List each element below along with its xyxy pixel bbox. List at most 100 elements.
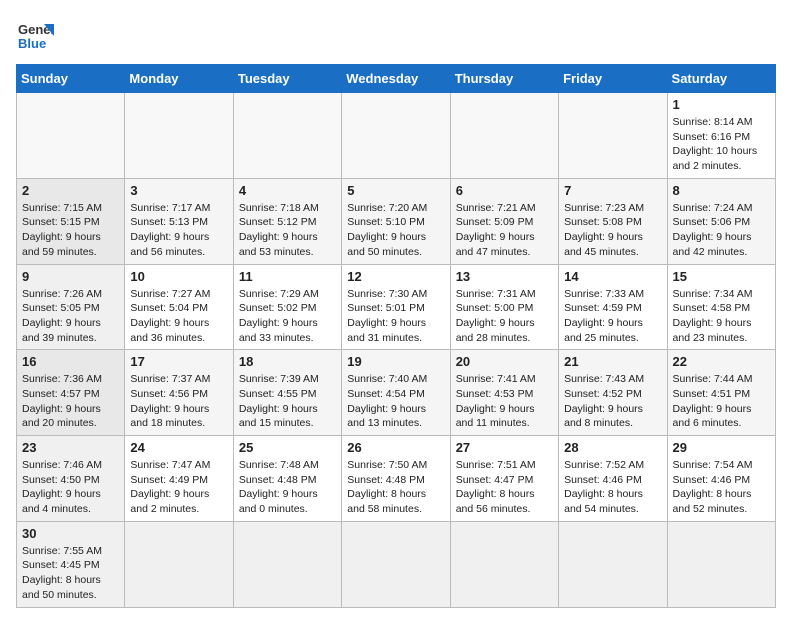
day-info: Sunrise: 7:17 AM Sunset: 5:13 PM Dayligh… (130, 201, 227, 260)
calendar-cell: 29 Sunrise: 7:54 AM Sunset: 4:46 PM Dayli… (667, 436, 775, 522)
day-number: 3 (130, 183, 227, 198)
day-number: 1 (673, 97, 770, 112)
day-number: 20 (456, 354, 553, 369)
day-info: Sunrise: 7:54 AM Sunset: 4:46 PM Dayligh… (673, 458, 770, 517)
calendar-cell: 18 Sunrise: 7:39 AM Sunset: 4:55 PM Dayli… (233, 350, 341, 436)
day-info: Sunrise: 7:33 AM Sunset: 4:59 PM Dayligh… (564, 287, 661, 346)
day-number: 26 (347, 440, 444, 455)
day-number: 25 (239, 440, 336, 455)
calendar-cell: 3 Sunrise: 7:17 AM Sunset: 5:13 PM Daylig… (125, 178, 233, 264)
calendar-week-row: 2 Sunrise: 7:15 AM Sunset: 5:15 PM Daylig… (17, 178, 776, 264)
day-info: Sunrise: 7:15 AM Sunset: 5:15 PM Dayligh… (22, 201, 119, 260)
day-number: 11 (239, 269, 336, 284)
day-info: Sunrise: 7:40 AM Sunset: 4:54 PM Dayligh… (347, 372, 444, 431)
day-info: Sunrise: 7:51 AM Sunset: 4:47 PM Dayligh… (456, 458, 553, 517)
calendar-cell: 20 Sunrise: 7:41 AM Sunset: 4:53 PM Dayli… (450, 350, 558, 436)
day-number: 24 (130, 440, 227, 455)
day-number: 4 (239, 183, 336, 198)
day-number: 14 (564, 269, 661, 284)
calendar-cell (342, 521, 450, 607)
day-number: 30 (22, 526, 119, 541)
day-info: Sunrise: 7:27 AM Sunset: 5:04 PM Dayligh… (130, 287, 227, 346)
calendar-cell: 21 Sunrise: 7:43 AM Sunset: 4:52 PM Dayli… (559, 350, 667, 436)
day-info: Sunrise: 7:21 AM Sunset: 5:09 PM Dayligh… (456, 201, 553, 260)
day-number: 19 (347, 354, 444, 369)
day-number: 5 (347, 183, 444, 198)
day-info: Sunrise: 7:20 AM Sunset: 5:10 PM Dayligh… (347, 201, 444, 260)
calendar-cell (125, 521, 233, 607)
logo-icon: General Blue (16, 16, 54, 54)
weekday-header: Saturday (667, 65, 775, 93)
day-info: Sunrise: 7:48 AM Sunset: 4:48 PM Dayligh… (239, 458, 336, 517)
calendar-week-row: 1 Sunrise: 8:14 AM Sunset: 6:16 PM Daylig… (17, 93, 776, 179)
day-info: Sunrise: 7:36 AM Sunset: 4:57 PM Dayligh… (22, 372, 119, 431)
day-number: 17 (130, 354, 227, 369)
day-info: Sunrise: 7:26 AM Sunset: 5:05 PM Dayligh… (22, 287, 119, 346)
calendar-cell (233, 521, 341, 607)
day-number: 15 (673, 269, 770, 284)
day-number: 10 (130, 269, 227, 284)
calendar-table: SundayMondayTuesdayWednesdayThursdayFrid… (16, 64, 776, 608)
day-info: Sunrise: 7:43 AM Sunset: 4:52 PM Dayligh… (564, 372, 661, 431)
calendar-week-row: 9 Sunrise: 7:26 AM Sunset: 5:05 PM Daylig… (17, 264, 776, 350)
calendar-cell (125, 93, 233, 179)
calendar-cell: 1 Sunrise: 8:14 AM Sunset: 6:16 PM Daylig… (667, 93, 775, 179)
day-number: 7 (564, 183, 661, 198)
weekday-header: Monday (125, 65, 233, 93)
logo: General Blue (16, 16, 54, 54)
calendar-header: SundayMondayTuesdayWednesdayThursdayFrid… (17, 65, 776, 93)
day-number: 28 (564, 440, 661, 455)
day-info: Sunrise: 7:23 AM Sunset: 5:08 PM Dayligh… (564, 201, 661, 260)
calendar-cell: 17Sunrise: 7:37 AM Sunset: 4:56 PM Dayli… (125, 350, 233, 436)
calendar-body: 1 Sunrise: 8:14 AM Sunset: 6:16 PM Daylig… (17, 93, 776, 608)
calendar-cell: 8Sunrise: 7:24 AM Sunset: 5:06 PM Daylig… (667, 178, 775, 264)
day-info: Sunrise: 7:46 AM Sunset: 4:50 PM Dayligh… (22, 458, 119, 517)
day-number: 12 (347, 269, 444, 284)
day-info: Sunrise: 7:52 AM Sunset: 4:46 PM Dayligh… (564, 458, 661, 517)
day-number: 13 (456, 269, 553, 284)
day-info: Sunrise: 8:14 AM Sunset: 6:16 PM Dayligh… (673, 115, 770, 174)
calendar-cell: 27Sunrise: 7:51 AM Sunset: 4:47 PM Dayli… (450, 436, 558, 522)
day-number: 21 (564, 354, 661, 369)
calendar-cell: 22Sunrise: 7:44 AM Sunset: 4:51 PM Dayli… (667, 350, 775, 436)
calendar-cell: 19 Sunrise: 7:40 AM Sunset: 4:54 PM Dayli… (342, 350, 450, 436)
calendar-cell: 13Sunrise: 7:31 AM Sunset: 5:00 PM Dayli… (450, 264, 558, 350)
day-info: Sunrise: 7:18 AM Sunset: 5:12 PM Dayligh… (239, 201, 336, 260)
page-header: General Blue (16, 16, 776, 54)
day-info: Sunrise: 7:50 AM Sunset: 4:48 PM Dayligh… (347, 458, 444, 517)
day-number: 22 (673, 354, 770, 369)
calendar-cell (342, 93, 450, 179)
svg-text:Blue: Blue (18, 36, 46, 51)
calendar-cell: 10 Sunrise: 7:27 AM Sunset: 5:04 PM Dayli… (125, 264, 233, 350)
day-info: Sunrise: 7:39 AM Sunset: 4:55 PM Dayligh… (239, 372, 336, 431)
calendar-cell: 11 Sunrise: 7:29 AM Sunset: 5:02 PM Dayli… (233, 264, 341, 350)
calendar-cell: 23 Sunrise: 7:46 AM Sunset: 4:50 PM Dayli… (17, 436, 125, 522)
day-info: Sunrise: 7:41 AM Sunset: 4:53 PM Dayligh… (456, 372, 553, 431)
day-info: Sunrise: 7:29 AM Sunset: 5:02 PM Dayligh… (239, 287, 336, 346)
day-number: 8 (673, 183, 770, 198)
day-number: 23 (22, 440, 119, 455)
day-number: 2 (22, 183, 119, 198)
weekday-header: Thursday (450, 65, 558, 93)
calendar-cell: 26 Sunrise: 7:50 AM Sunset: 4:48 PM Dayli… (342, 436, 450, 522)
calendar-cell: 9 Sunrise: 7:26 AM Sunset: 5:05 PM Daylig… (17, 264, 125, 350)
day-number: 9 (22, 269, 119, 284)
calendar-cell: 12Sunrise: 7:30 AM Sunset: 5:01 PM Dayli… (342, 264, 450, 350)
weekday-header: Sunday (17, 65, 125, 93)
calendar-cell: 5 Sunrise: 7:20 AM Sunset: 5:10 PM Daylig… (342, 178, 450, 264)
calendar-cell: 25 Sunrise: 7:48 AM Sunset: 4:48 PM Dayli… (233, 436, 341, 522)
calendar-cell: 14 Sunrise: 7:33 AM Sunset: 4:59 PM Dayli… (559, 264, 667, 350)
weekday-header: Tuesday (233, 65, 341, 93)
calendar-cell (450, 521, 558, 607)
calendar-cell: 15Sunrise: 7:34 AM Sunset: 4:58 PM Dayli… (667, 264, 775, 350)
calendar-cell: 28 Sunrise: 7:52 AM Sunset: 4:46 PM Dayli… (559, 436, 667, 522)
day-number: 29 (673, 440, 770, 455)
day-info: Sunrise: 7:47 AM Sunset: 4:49 PM Dayligh… (130, 458, 227, 517)
calendar-cell (559, 521, 667, 607)
weekday-header: Wednesday (342, 65, 450, 93)
day-number: 18 (239, 354, 336, 369)
calendar-cell: 16Sunrise: 7:36 AM Sunset: 4:57 PM Dayli… (17, 350, 125, 436)
calendar-week-row: 30Sunrise: 7:55 AM Sunset: 4:45 PM Dayli… (17, 521, 776, 607)
calendar-cell: 7 Sunrise: 7:23 AM Sunset: 5:08 PM Daylig… (559, 178, 667, 264)
calendar-cell (450, 93, 558, 179)
